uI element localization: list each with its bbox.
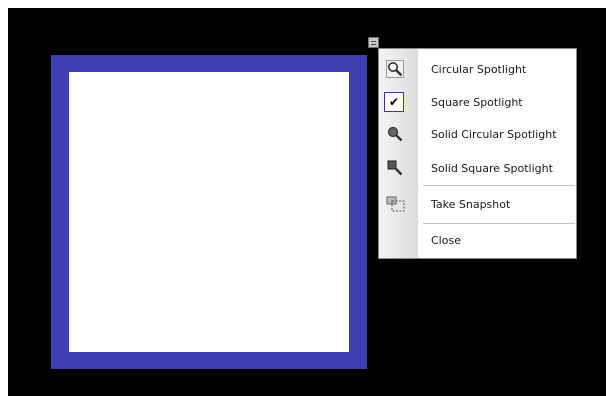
menu-separator — [423, 223, 575, 224]
menu-icon[interactable] — [368, 37, 379, 48]
magnifier-circle-icon — [386, 60, 404, 78]
context-menu: Circular Spotlight ✔ Square Spotlight So… — [378, 48, 577, 259]
magnifier-solid-circle-icon — [386, 125, 404, 143]
menu-item-label: Solid Square Spotlight — [431, 162, 553, 175]
menu-item-label: Square Spotlight — [431, 96, 523, 109]
menu-item-take-snapshot[interactable]: Take Snapshot — [379, 189, 576, 220]
menu-separator — [423, 185, 575, 186]
menu-item-circular-spotlight[interactable]: Circular Spotlight — [379, 54, 576, 85]
menu-item-label: Take Snapshot — [431, 198, 511, 211]
menu-item-label: Circular Spotlight — [431, 63, 527, 76]
snapshot-icon — [386, 195, 405, 213]
menu-item-square-spotlight[interactable]: ✔ Square Spotlight — [379, 87, 576, 118]
spotlight-area — [69, 72, 349, 352]
magnifier-solid-square-icon — [386, 159, 404, 177]
checkmark-icon: ✔ — [384, 92, 404, 112]
menu-item-close[interactable]: Close — [379, 225, 576, 256]
menu-item-solid-circular-spotlight[interactable]: Solid Circular Spotlight — [379, 119, 576, 150]
menu-item-solid-square-spotlight[interactable]: Solid Square Spotlight — [379, 153, 576, 184]
menu-item-label: Close — [431, 234, 461, 247]
menu-item-label: Solid Circular Spotlight — [431, 128, 557, 141]
